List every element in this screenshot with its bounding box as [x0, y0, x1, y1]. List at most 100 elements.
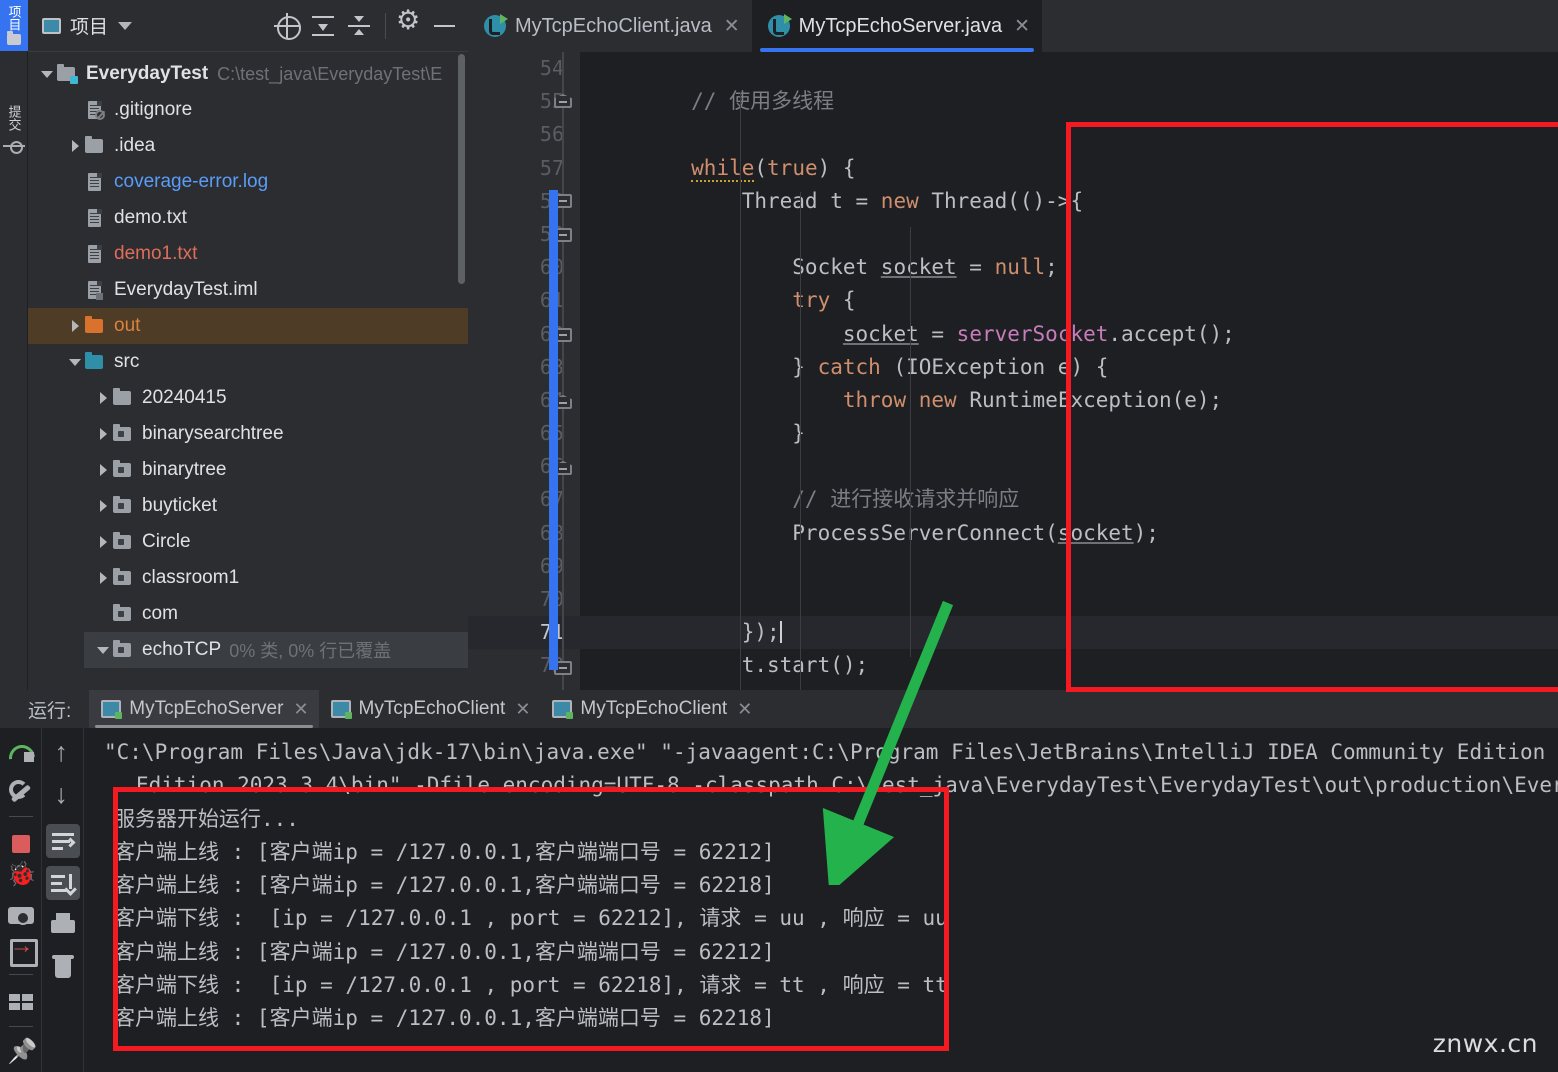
tree-row-demo-txt[interactable]: demo.txt — [28, 200, 468, 236]
tree-row-label: EverydayTest.iml — [114, 279, 258, 300]
vcs-change-marker — [549, 190, 558, 670]
sidebar-item-project[interactable]: 项目 — [0, 0, 28, 51]
soft-wrap-icon[interactable] — [45, 824, 80, 858]
stop-icon[interactable] — [4, 827, 38, 854]
tree-row-classroom1[interactable]: classroom1 — [28, 560, 468, 596]
chevron-right-icon[interactable] — [66, 320, 84, 332]
tree-row-binarytree[interactable]: binarytree — [28, 452, 468, 488]
tree-row--gitignore[interactable]: .gitignore — [28, 92, 468, 128]
close-icon[interactable]: ✕ — [515, 699, 530, 720]
fold-marker[interactable] — [554, 94, 572, 108]
minimize-icon[interactable] — [430, 12, 458, 40]
chevron-right-icon[interactable] — [66, 140, 84, 152]
close-icon[interactable]: ✕ — [724, 15, 740, 38]
tree-row-src[interactable]: src — [28, 344, 468, 380]
chevron-down-icon[interactable] — [118, 21, 133, 30]
close-icon[interactable]: ✕ — [1014, 15, 1030, 38]
chevron-right-icon[interactable] — [94, 572, 112, 584]
tree-row-coverage-error-log[interactable]: coverage-error.log — [28, 164, 468, 200]
code-line[interactable]: } catch (IOException e) { — [580, 351, 1558, 384]
expand-all-icon[interactable] — [309, 12, 337, 40]
chevron-right-icon[interactable] — [94, 464, 112, 476]
code-line[interactable]: // 使用多线程 — [580, 85, 1558, 118]
tree-row-20240415[interactable]: 20240415 — [28, 380, 468, 416]
tree-row--idea[interactable]: .idea — [28, 128, 468, 164]
tree-row-com[interactable]: com — [28, 596, 468, 632]
code-token: RuntimeException(e); — [956, 387, 1223, 412]
code-token: } — [590, 421, 805, 446]
import-icon[interactable] — [4, 932, 38, 968]
indent-guide — [910, 227, 911, 657]
tree-row-out[interactable]: out — [28, 308, 468, 344]
run-tab-server[interactable]: MyTcpEchoServer ✕ — [89, 690, 319, 728]
code-line[interactable]: }); — [580, 616, 1558, 650]
code-token: socket — [1057, 520, 1134, 545]
gitignore-file-icon — [84, 100, 106, 120]
code-text[interactable]: // 使用多线程 while(true) { Thread t = new Th… — [580, 52, 1558, 690]
code-line[interactable]: } — [580, 417, 1558, 450]
code-line[interactable]: t.start(); — [580, 649, 1558, 682]
code-line[interactable]: Socket socket = null; — [580, 251, 1558, 284]
locate-icon[interactable] — [273, 12, 301, 40]
console-output[interactable]: "C:\Program Files\Java\jdk-17\bin\java.e… — [84, 728, 1558, 1072]
run-panel-label: 运行: — [28, 700, 72, 722]
code-line[interactable]: Thread t = new Thread(()->{ — [580, 185, 1558, 218]
sidebar-item-commit[interactable]: 提交 — [0, 100, 28, 154]
code-line[interactable]: ProcessServerConnect(socket); — [580, 517, 1558, 550]
collapse-all-icon[interactable] — [345, 12, 373, 40]
camera-icon[interactable] — [4, 898, 38, 925]
console-output-line: 客户端下线 : [ip = /127.0.0.1 , port = 62218]… — [114, 973, 948, 998]
code-line[interactable]: while(true) { — [580, 152, 1558, 185]
code-line[interactable] — [580, 52, 1558, 85]
trash-icon[interactable] — [46, 950, 80, 984]
code-line[interactable]: try { — [580, 284, 1558, 317]
arrow-up-icon[interactable] — [46, 737, 80, 774]
code-line[interactable] — [580, 450, 1558, 483]
tree-row-demo1-txt[interactable]: demo1.txt — [28, 236, 468, 272]
code-line[interactable]: // 进行接收请求并响应 — [580, 483, 1558, 516]
rerun-icon[interactable] — [4, 740, 38, 767]
chevron-down-icon[interactable] — [38, 71, 56, 78]
code-line[interactable] — [580, 118, 1558, 151]
chevron-down-icon[interactable] — [94, 647, 112, 654]
code-line[interactable] — [580, 218, 1558, 251]
chevron-right-icon[interactable] — [94, 392, 112, 404]
scroll-to-end-icon[interactable] — [45, 866, 80, 900]
close-icon[interactable]: ✕ — [293, 699, 308, 720]
commit-icon — [3, 138, 25, 154]
run-tab-client-2[interactable]: MyTcpEchoClient ✕ — [540, 690, 762, 728]
layout-icon[interactable] — [4, 985, 38, 1012]
code-line[interactable] — [580, 550, 1558, 583]
chevron-right-icon[interactable] — [94, 428, 112, 440]
debug-icon[interactable] — [4, 860, 38, 889]
tree-row-everydaytest-iml[interactable]: EverydayTest.iml — [28, 272, 468, 308]
arrow-down-icon[interactable] — [46, 779, 80, 816]
chevron-right-icon[interactable] — [94, 500, 112, 512]
code-token: 进行接收请求并响应 — [830, 487, 1020, 512]
pin-icon[interactable] — [4, 1037, 38, 1064]
tree-row-circle[interactable]: Circle — [28, 524, 468, 560]
run-panel: 运行: MyTcpEchoServer ✕ MyTcpEchoClient ✕ … — [0, 690, 1558, 1072]
run-tab-client-1[interactable]: MyTcpEchoClient ✕ — [319, 690, 541, 728]
tree-row-echotcp[interactable]: echoTCP 0% 类, 0% 行已覆盖 — [84, 632, 468, 668]
gear-icon[interactable] — [394, 7, 422, 40]
print-icon[interactable] — [46, 908, 80, 942]
tree-row-label: out — [114, 315, 141, 336]
wrench-icon[interactable] — [4, 775, 38, 802]
tree-row-buyticket[interactable]: buyticket — [28, 488, 468, 524]
chevron-right-icon[interactable] — [94, 536, 112, 548]
file-icon — [84, 244, 106, 264]
code-line[interactable]: socket = serverSocket.accept(); — [580, 318, 1558, 351]
editor-tab-server[interactable]: MyTcpEchoServer.java ✕ — [751, 0, 1043, 52]
editor-tab-client[interactable]: MyTcpEchoClient.java ✕ — [468, 0, 752, 52]
tree-row-label: EverydayTest — [86, 63, 209, 84]
project-tree-scrollbar[interactable] — [458, 54, 465, 284]
close-icon[interactable]: ✕ — [737, 699, 752, 720]
tree-row-everydaytest[interactable]: EverydayTest C:\test_java\EverydayTest\E — [28, 56, 468, 92]
code-line[interactable]: throw new RuntimeException(e); — [580, 384, 1558, 417]
code-line[interactable] — [580, 583, 1558, 616]
tree-row-binarysearchtree[interactable]: binarysearchtree — [28, 416, 468, 452]
chevron-down-icon[interactable] — [66, 359, 84, 366]
editor-gutter[interactable]: 54555657585960616263646566676869707172 — [468, 52, 580, 690]
